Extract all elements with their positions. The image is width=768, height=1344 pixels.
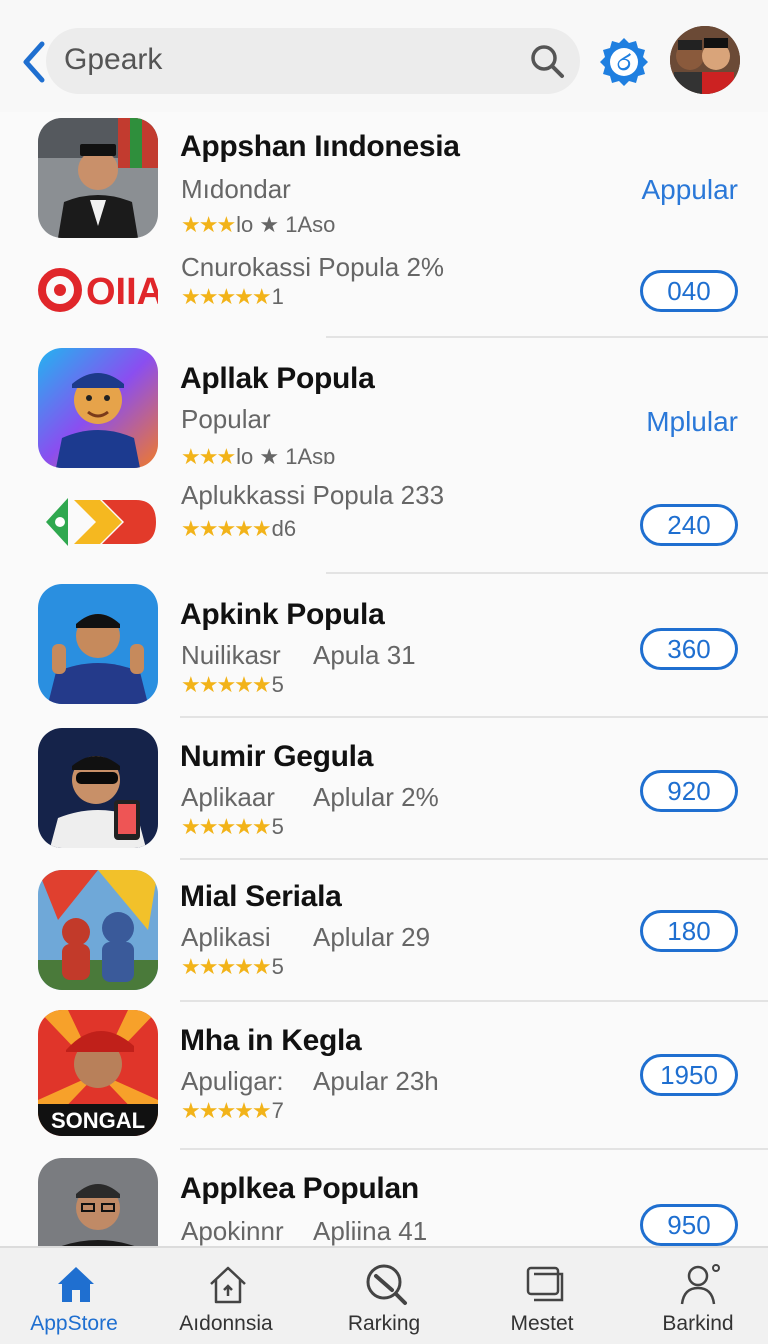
svg-text:SONGAL: SONGAL: [51, 1108, 145, 1133]
messages-icon: [526, 1266, 564, 1302]
tab-label: Aıdonnsia: [179, 1312, 273, 1335]
get-button[interactable]: 950: [640, 1204, 738, 1246]
app-icon[interactable]: [38, 118, 158, 238]
app-icon[interactable]: [38, 584, 158, 704]
list-item[interactable]: Apkink Popula Nuilikasr Apula 31 ★★★★★5 …: [0, 582, 768, 718]
app-category: Aplular 2%: [313, 782, 439, 812]
tab-barkind[interactable]: Barkind: [628, 1248, 768, 1344]
app-subtitle: Aplikasi: [181, 922, 271, 952]
ranking-icon: [366, 1264, 407, 1305]
divider: [180, 1148, 768, 1150]
oiia-logo-icon: OIIA: [38, 268, 158, 313]
app-action-link[interactable]: Appular: [641, 174, 738, 206]
app-subtitle: Aplikaar: [181, 782, 275, 812]
tab-label: Mestet: [510, 1312, 574, 1335]
list-item[interactable]: Appshan Iındonesia Mıdondar ★★★lo ★ 1Aso…: [0, 112, 768, 338]
rating-stars: ★★★★★1: [181, 284, 284, 309]
rating-stars: ★★★★★5: [181, 814, 284, 839]
tab-bar: AppStore Aıdonnsia Rarking Mestet Barkin…: [0, 1246, 768, 1344]
list-item[interactable]: Apllak Popula Popular ★★★lo ★ 1Asɒ Mplul…: [0, 342, 768, 570]
user-avatar[interactable]: [670, 26, 740, 94]
tab-label: Rarking: [347, 1312, 421, 1335]
app-category: Aplular 29: [313, 922, 431, 952]
top-bar: Gpeark ර: [0, 0, 768, 112]
divider: [180, 858, 768, 860]
arrow-logo-icon: [46, 498, 156, 546]
app-category: Apliina 41: [313, 1216, 428, 1246]
svg-text:OIIA: OIIA: [86, 271, 158, 313]
app-icon[interactable]: [38, 870, 158, 990]
rating-stars: ★★★★★5: [181, 954, 284, 979]
app-title[interactable]: Mha in Kegla: [180, 1024, 362, 1058]
list-item[interactable]: Mial Seriala Aplikasi Aplular 29 ★★★★★5 …: [0, 866, 768, 1002]
app-icon[interactable]: [38, 728, 158, 848]
app-title[interactable]: Appshan Iındonesia: [180, 130, 460, 164]
get-button[interactable]: 360: [640, 628, 738, 670]
app-title[interactable]: Applkea Populan: [180, 1172, 419, 1206]
get-button[interactable]: 920: [640, 770, 738, 812]
tab-ranking[interactable]: Rarking: [314, 1248, 454, 1344]
rating-stars: ★★★★★5: [181, 672, 284, 697]
app-title[interactable]: Apllak Popula: [180, 362, 375, 396]
app-title[interactable]: Apkink Popula: [180, 598, 385, 632]
app-title[interactable]: Mial Seriala: [180, 880, 342, 914]
app-subtitle-secondary: Aplukkassi Popula 233: [181, 480, 445, 510]
svg-text:ර: ර: [617, 51, 631, 76]
app-category: Apula 31: [313, 640, 416, 670]
app-subtitle: Popular: [181, 404, 271, 434]
rating-stars: ★★★lo ★ 1Asɒ: [181, 444, 336, 469]
get-button[interactable]: 180: [640, 910, 738, 952]
tab-appstore[interactable]: AppStore: [4, 1248, 144, 1344]
get-button[interactable]: 040: [640, 270, 738, 312]
tab-aidonnsia[interactable]: Aıdonnsia: [156, 1248, 296, 1344]
search-input[interactable]: Gpeark: [64, 43, 162, 77]
tab-mestet[interactable]: Mestet: [472, 1248, 612, 1344]
update-badge-icon[interactable]: ර: [598, 36, 650, 88]
app-list: Appshan Iındonesia Mıdondar ★★★lo ★ 1Aso…: [0, 112, 768, 1246]
app-subtitle: Apokinnr: [181, 1216, 284, 1246]
house-icon: [210, 1266, 246, 1304]
list-item[interactable]: SONGAL Mha in Kegla Apuligar: Apular 23h…: [0, 1008, 768, 1148]
divider: [326, 572, 768, 574]
divider: [326, 336, 768, 338]
app-action-link[interactable]: Mplular: [646, 406, 738, 438]
list-item[interactable]: Applkea Populan Apokinnr Apliina 41 950: [0, 1156, 768, 1246]
app-subtitle-secondary: Cnurokassi Popula 2%: [181, 252, 445, 282]
tab-label: AppStore: [30, 1312, 118, 1335]
tab-label: Barkind: [662, 1312, 734, 1335]
divider: [180, 1000, 768, 1002]
app-icon[interactable]: [38, 1158, 158, 1246]
app-subtitle: Mıdondar: [181, 174, 291, 204]
list-item[interactable]: Numir Gegula Aplikaar Aplular 2% ★★★★★5 …: [0, 724, 768, 860]
profile-icon: [680, 1264, 720, 1305]
app-subtitle: Nuilikasr: [181, 640, 281, 670]
search-icon[interactable]: [528, 42, 566, 80]
home-icon: [58, 1267, 94, 1302]
app-subtitle: Apuligar:: [181, 1066, 284, 1096]
app-title[interactable]: Numir Gegula: [180, 740, 373, 774]
app-icon[interactable]: SONGAL: [38, 1010, 158, 1136]
rating-stars: ★★★lo ★ 1Aso: [181, 212, 336, 237]
divider: [180, 716, 768, 718]
app-category: Apular 23h: [313, 1066, 439, 1096]
get-button[interactable]: 240: [640, 504, 738, 546]
rating-stars: ★★★★★d6: [181, 516, 297, 541]
rating-stars: ★★★★★7: [181, 1098, 284, 1123]
app-icon[interactable]: [38, 348, 158, 468]
search-field[interactable]: Gpeark: [46, 28, 580, 94]
get-button[interactable]: 1950: [640, 1054, 738, 1096]
